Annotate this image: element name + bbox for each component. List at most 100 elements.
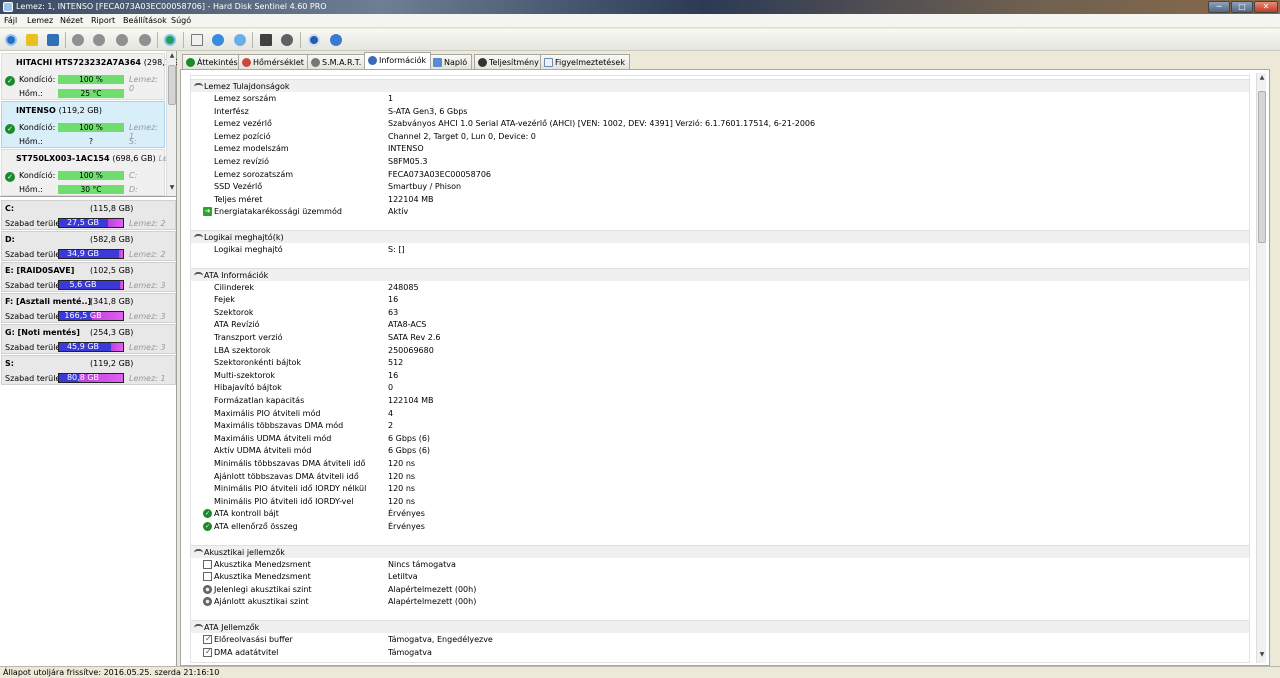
menu-report[interactable]: Riport (91, 16, 115, 25)
globe-icon[interactable] (162, 32, 178, 48)
sync-icon[interactable] (210, 32, 226, 48)
volume-item[interactable]: F: [Asztali menté..] (341,8 GB) Szabad ter… (1, 293, 176, 323)
section-header[interactable]: Logikai meghajtó(k) (191, 230, 1249, 243)
section-header[interactable]: Akusztikai jellemzők (191, 544, 1249, 558)
menu-view[interactable]: Nézet (60, 16, 83, 25)
drive-letter: C: (129, 171, 138, 180)
info-value: 122104 MB (388, 396, 434, 405)
disk-label: Lemez: 0 (129, 75, 158, 93)
tab-temperature[interactable]: Hőmérséklet (238, 54, 309, 69)
disk-item-intenso[interactable]: INTENSO (119,2 GB) ✓ Kondíció: 100 % Lem… (1, 101, 165, 148)
valid-icon: ✓ (203, 522, 212, 531)
volume-disk-label: Lemez: 3 (129, 312, 166, 321)
info-value: 16 (388, 370, 399, 380)
scroll-up-icon[interactable]: ▲ (168, 52, 176, 62)
info-row: Maximális PIO átviteli mód 4 (191, 407, 1249, 420)
disk-name: HITACHI HTS723232A7A364 (298,1 GB) (16, 58, 177, 67)
volume-item[interactable]: E: [RAID0SAVE] (102,5 GB) Szabad terület 5,… (1, 262, 176, 292)
copy-icon[interactable] (189, 32, 205, 48)
free-space-bar: 27,5 GB (58, 218, 124, 228)
disk-item-hitachi[interactable]: HITACHI HTS723232A7A364 (298,1 GB) ✓ Kon… (1, 53, 177, 100)
scroll-thumb[interactable] (1258, 91, 1266, 243)
info-key: Multi-szektorok (214, 370, 276, 380)
collapse-icon[interactable] (194, 234, 203, 240)
volume-size: (119,2 GB) (90, 359, 134, 368)
info-key: Akusztika Menedzsment (214, 572, 311, 582)
scroll-down-icon[interactable]: ▼ (1258, 651, 1266, 661)
free-space-value: 5,6 GB (69, 280, 97, 289)
disk-test-2-icon[interactable] (91, 32, 107, 48)
free-space-bar: 45,9 GB (58, 342, 124, 352)
info-scrollbar[interactable]: ▲ ▼ (1256, 73, 1266, 663)
section-header[interactable]: ATA Jellemzők (191, 620, 1249, 633)
info-key: Maximális többszavas DMA mód (214, 421, 344, 431)
scroll-up-icon[interactable]: ▲ (1258, 74, 1266, 84)
temp-bar: 30 °C (58, 185, 124, 194)
disk-test-1-icon[interactable] (70, 32, 86, 48)
maximize-button[interactable]: □ (1231, 1, 1253, 13)
menu-file[interactable]: Fájl (4, 16, 17, 25)
scroll-thumb[interactable] (168, 65, 176, 105)
info-value: 16 (388, 295, 399, 305)
disk-list-scrollbar[interactable]: ▲ ▼ (166, 51, 176, 196)
info-key: Logikai meghajtó (214, 245, 283, 254)
tab-overview[interactable]: Áttekintés (182, 54, 243, 69)
info-value: INTENSO (388, 144, 424, 154)
log-icon (433, 58, 442, 67)
section-header[interactable]: ATA Információk (191, 267, 1249, 281)
volume-name: D: (5, 235, 15, 244)
info-key: Lemez vezérlő (214, 119, 272, 129)
volume-size: (254,3 GB) (90, 328, 134, 337)
info-value: 248085 (388, 282, 419, 292)
menu-settings[interactable]: Beállítások (123, 16, 167, 25)
info-value: Nincs támogatva (388, 559, 456, 569)
refresh-icon[interactable] (3, 32, 19, 48)
collapse-icon[interactable] (194, 271, 203, 278)
collapse-icon[interactable] (194, 548, 203, 555)
free-space-value: 45,9 GB (66, 342, 100, 351)
disk-test-3-icon[interactable] (114, 32, 130, 48)
tab-performance[interactable]: Teljesítmény (474, 54, 544, 69)
info-icon[interactable] (328, 32, 344, 48)
report-icon[interactable] (45, 32, 61, 48)
info-value: Alapértelmezett (00h) (388, 597, 477, 607)
info-value: 120 ns (388, 459, 416, 468)
info-value: 6 Gbps (6) (388, 446, 431, 456)
disk-item-seagate[interactable]: ST750LX003-1AC154 (698,6 GB) Lemez: 2 ✓ … (1, 149, 177, 196)
scroll-down-icon[interactable]: ▼ (168, 184, 176, 194)
collapse-icon[interactable] (194, 83, 203, 89)
disk-test-4-icon[interactable] (137, 32, 153, 48)
info-row: Multi-szektorok 16 (191, 369, 1249, 382)
temp-label: Hőm.: (19, 89, 43, 98)
warning-icon[interactable] (24, 32, 40, 48)
info-key: Energiatakarékossági üzemmód (214, 207, 342, 217)
volume-item[interactable]: C: (115,8 GB) Szabad terület 27,5 GB Lemez: … (1, 200, 176, 230)
menu-help[interactable]: Súgó (171, 16, 191, 25)
monitor-icon[interactable] (258, 32, 274, 48)
disk-name: ST750LX003-1AC154 (698,6 GB) Lemez: 2 (16, 154, 177, 163)
info-key: Lemez revízió (214, 157, 270, 166)
close-button[interactable]: ✕ (1254, 1, 1278, 13)
volume-item[interactable]: G: [Noti mentés] (254,3 GB) Szabad terület… (1, 324, 176, 354)
valid-icon: ✓ (203, 509, 212, 519)
volume-name: F: [Asztali menté..] (5, 297, 92, 306)
section-title: Logikai meghajtó(k) (204, 233, 284, 242)
collapse-icon[interactable] (194, 624, 203, 630)
settings-icon[interactable] (279, 32, 295, 48)
info-row: ➔ Energiatakarékossági üzemmód Aktív (191, 205, 1249, 218)
minimize-button[interactable]: ─ (1208, 1, 1230, 13)
menu-disk[interactable]: Lemez (27, 16, 53, 25)
info-value: 0 (388, 383, 394, 393)
free-space-fill (120, 281, 123, 289)
section-header[interactable]: Lemez Tulajdonságok (191, 79, 1249, 92)
tab-log[interactable]: Napló (429, 54, 473, 69)
tab-smart[interactable]: S.M.A.R.T. (307, 54, 367, 69)
help-icon[interactable] (306, 32, 322, 48)
info-key: Minimális többszavas DMA átviteli idő (214, 459, 366, 468)
volume-item[interactable]: D: (582,8 GB) Szabad terület 34,9 GB Lemez: … (1, 231, 176, 261)
volume-item[interactable]: S: (119,2 GB) Szabad terület 80,8 GB Lemez: … (1, 355, 176, 385)
cloud-icon[interactable] (232, 32, 248, 48)
info-table: Lemez Tulajdonságok Lemez sorszám 1 Interfé… (190, 75, 1250, 663)
tab-info[interactable]: Információk (364, 52, 432, 69)
tab-alerts[interactable]: Figyelmeztetések (540, 54, 630, 69)
